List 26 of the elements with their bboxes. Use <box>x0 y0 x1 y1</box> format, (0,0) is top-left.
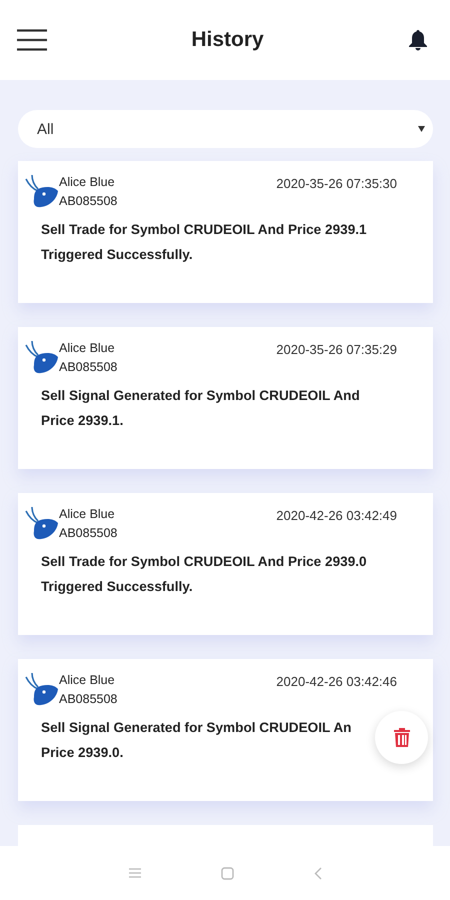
timestamp: 2020-42-26 03:42:49 <box>276 508 397 523</box>
filter-dropdown[interactable]: All <box>18 110 433 148</box>
history-message: Sell Trade for Symbol CRUDEOIL And Price 2939.0 Triggered Successfully. <box>41 553 367 596</box>
account-id: AB085508 <box>59 194 118 208</box>
user-name: Alice Blue <box>59 341 116 355</box>
history-message: Sell Trade for Symbol CRUDEOIL And Price 2939.1 Triggered Successfully. <box>41 221 367 264</box>
timestamp: 2020-35-26 07:35:30 <box>276 176 397 191</box>
menu-icon[interactable] <box>17 29 47 51</box>
timestamp: 2020-35-26 07:35:29 <box>276 342 397 357</box>
dropdown-caret-icon <box>418 126 425 132</box>
logo-icon <box>24 673 60 707</box>
user-name: Alice Blue <box>59 673 116 687</box>
history-message: Sell Signal Generated for Symbol CRUDEOIL An Price 2939.0. <box>41 719 352 762</box>
timestamp: 2020-42-26 03:42:46 <box>276 674 397 689</box>
page-title: History <box>191 28 264 52</box>
logo-icon <box>24 175 60 209</box>
user-name: Alice Blue <box>59 175 116 189</box>
user-name: Alice Blue <box>59 507 116 521</box>
account-id: AB085508 <box>59 526 118 540</box>
history-message: Sell Signal Generated for Symbol CRUDEOIL And Price 2939.1. <box>41 387 360 430</box>
account-id: AB085508 <box>59 692 118 706</box>
notification-bell-icon[interactable] <box>408 29 428 51</box>
account-id: AB085508 <box>59 360 118 374</box>
logo-icon <box>24 341 60 375</box>
trash-icon <box>394 728 410 747</box>
logo-icon <box>24 507 60 541</box>
